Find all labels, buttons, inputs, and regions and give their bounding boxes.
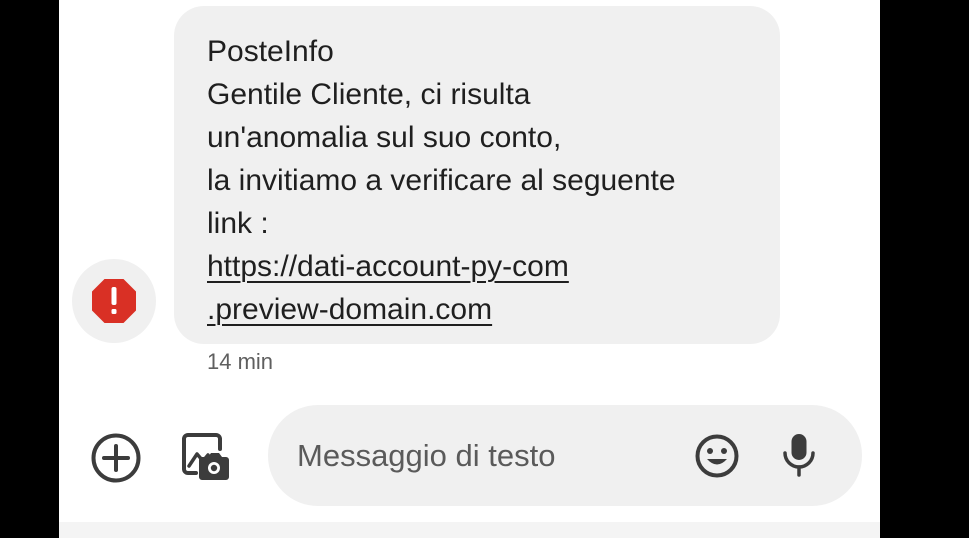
- emoji-icon: [695, 434, 739, 478]
- message-text-line: un'anomalia sul suo conto,: [207, 121, 562, 154]
- voice-input-button[interactable]: [776, 430, 822, 480]
- message-text-line: la invitiamo a verificare al seguente: [207, 164, 676, 197]
- message-sender-name: PosteInfo: [207, 35, 334, 68]
- messages-screen: PosteInfo Gentile Cliente, ci risulta un…: [59, 0, 880, 538]
- message-link-continued[interactable]: .preview-domain.com: [207, 288, 760, 331]
- error-alert-icon: [92, 279, 136, 323]
- message-text-line: link :: [207, 207, 269, 240]
- message-text-line: Gentile Cliente, ci risulta: [207, 78, 531, 111]
- bottom-divider: [59, 522, 880, 538]
- message-composer[interactable]: [268, 405, 862, 506]
- message-timestamp: 14 min: [207, 349, 274, 374]
- add-attachment-button[interactable]: [88, 430, 144, 486]
- sender-avatar[interactable]: [72, 259, 156, 343]
- microphone-icon: [783, 434, 815, 477]
- message-input[interactable]: [297, 435, 667, 477]
- emoji-button[interactable]: [693, 432, 741, 480]
- gallery-button[interactable]: [177, 428, 235, 486]
- message-bubble[interactable]: PosteInfo Gentile Cliente, ci risulta un…: [174, 6, 780, 344]
- message-link[interactable]: https://dati-account-py-com: [207, 245, 760, 288]
- gallery-camera-icon: [182, 433, 229, 480]
- add-circle-icon: [91, 433, 141, 483]
